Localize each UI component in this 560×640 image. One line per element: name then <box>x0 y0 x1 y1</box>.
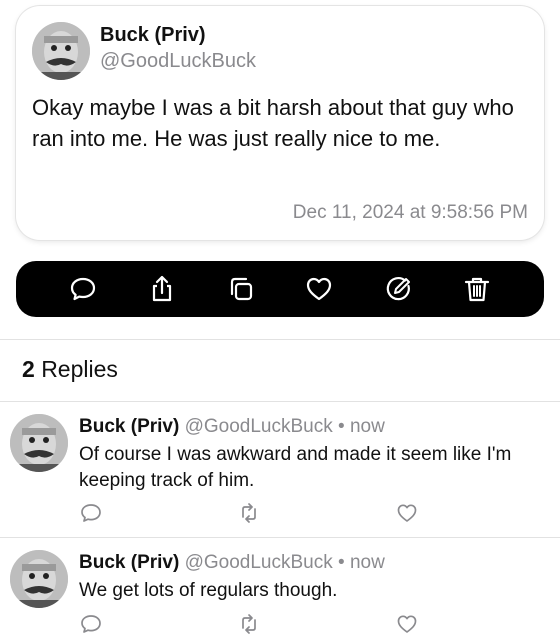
reply-time: now <box>349 552 385 573</box>
reply-text: Of course I was awkward and made it seem… <box>79 444 512 491</box>
reply-repost-button[interactable] <box>237 501 263 527</box>
separator-dot: • <box>338 552 345 573</box>
reply-author-name[interactable]: Buck (Priv) <box>79 416 179 437</box>
comment-icon <box>81 615 101 633</box>
avatar-image <box>10 414 68 472</box>
copy-icon <box>230 277 252 301</box>
reply-comment-button[interactable] <box>79 501 105 527</box>
post-card: Buck (Priv) @GoodLuckBuck Okay maybe I w… <box>16 6 544 240</box>
trash-icon <box>464 277 489 302</box>
reply-author-name[interactable]: Buck (Priv) <box>79 552 179 573</box>
edit-button[interactable] <box>381 272 415 306</box>
divider <box>0 339 560 340</box>
share-button[interactable] <box>145 272 179 306</box>
replies-label: Replies <box>41 356 118 382</box>
delete-button[interactable] <box>460 272 494 306</box>
comment-button[interactable] <box>66 272 100 306</box>
heart-icon <box>397 504 417 522</box>
reply-author-handle[interactable]: @GoodLuckBuck <box>185 552 333 573</box>
reply-actions <box>79 501 429 527</box>
comment-icon <box>81 504 101 522</box>
avatar[interactable] <box>32 22 90 80</box>
avatar-image <box>10 550 68 608</box>
edit-icon <box>386 277 410 301</box>
avatar-image <box>32 22 90 80</box>
reply-item[interactable]: Buck (Priv) @GoodLuckBuck • now We get l… <box>0 538 560 640</box>
reply-repost-button[interactable] <box>237 612 263 638</box>
reply-time: now <box>349 416 385 437</box>
replies-header: 2 Replies <box>22 356 118 383</box>
comment-icon <box>71 277 96 301</box>
repost-icon <box>242 614 256 634</box>
copy-button[interactable] <box>224 272 258 306</box>
post-timestamp: Dec 11, 2024 at 9:58:56 PM <box>292 202 528 223</box>
reply-actions <box>79 612 429 638</box>
separator-dot: • <box>338 416 345 437</box>
action-bar <box>16 261 544 317</box>
avatar[interactable] <box>10 550 68 608</box>
reply-item[interactable]: Buck (Priv) @GoodLuckBuck • now Of cours… <box>0 402 560 537</box>
reply-like-button[interactable] <box>395 501 421 527</box>
reply-text: We get lots of regulars though. <box>79 580 338 601</box>
reply-meta: Buck (Priv) @GoodLuckBuck • now <box>79 552 385 574</box>
post-author-name[interactable]: Buck (Priv) <box>100 24 206 47</box>
avatar[interactable] <box>10 414 68 472</box>
repost-icon <box>242 503 256 523</box>
reply-meta: Buck (Priv) @GoodLuckBuck • now <box>79 416 385 438</box>
heart-icon <box>307 277 332 301</box>
replies-count: 2 <box>22 356 35 382</box>
share-icon <box>152 275 172 302</box>
reply-author-handle[interactable]: @GoodLuckBuck <box>185 416 333 437</box>
post-author-handle[interactable]: @GoodLuckBuck <box>100 50 256 73</box>
post-text: Okay maybe I was a bit harsh about that … <box>32 95 514 151</box>
reply-comment-button[interactable] <box>79 612 105 638</box>
reply-like-button[interactable] <box>395 612 421 638</box>
like-button[interactable] <box>302 272 336 306</box>
heart-icon <box>397 615 417 633</box>
